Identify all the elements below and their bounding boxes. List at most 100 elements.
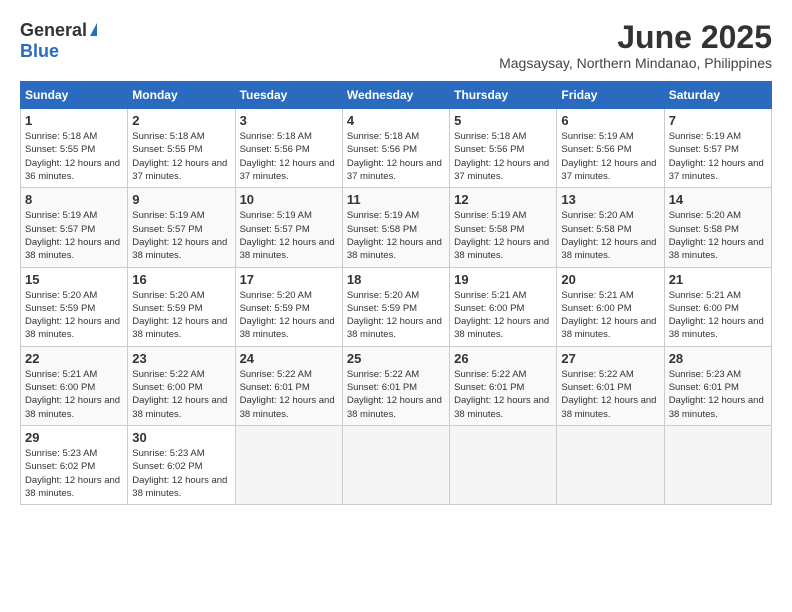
weekday-header-tuesday: Tuesday — [235, 82, 342, 109]
day-number: 27 — [561, 351, 659, 366]
day-number: 19 — [454, 272, 552, 287]
calendar-cell: 11 Sunrise: 5:19 AM Sunset: 5:58 PM Dayl… — [342, 188, 449, 267]
day-number: 25 — [347, 351, 445, 366]
day-info: Sunrise: 5:19 AM Sunset: 5:57 PM Dayligh… — [25, 209, 123, 262]
day-number: 5 — [454, 113, 552, 128]
calendar-cell: 15 Sunrise: 5:20 AM Sunset: 5:59 PM Dayl… — [21, 267, 128, 346]
calendar-cell: 26 Sunrise: 5:22 AM Sunset: 6:01 PM Dayl… — [450, 346, 557, 425]
calendar-cell: 4 Sunrise: 5:18 AM Sunset: 5:56 PM Dayli… — [342, 109, 449, 188]
header: General Blue June 2025 Magsaysay, Northe… — [20, 20, 772, 71]
calendar-cell — [450, 425, 557, 504]
day-number: 15 — [25, 272, 123, 287]
calendar-cell — [235, 425, 342, 504]
weekday-header-monday: Monday — [128, 82, 235, 109]
day-number: 9 — [132, 192, 230, 207]
calendar-cell: 10 Sunrise: 5:19 AM Sunset: 5:57 PM Dayl… — [235, 188, 342, 267]
day-info: Sunrise: 5:19 AM Sunset: 5:57 PM Dayligh… — [132, 209, 230, 262]
day-info: Sunrise: 5:19 AM Sunset: 5:58 PM Dayligh… — [347, 209, 445, 262]
calendar-table: SundayMondayTuesdayWednesdayThursdayFrid… — [20, 81, 772, 505]
calendar-header-row: SundayMondayTuesdayWednesdayThursdayFrid… — [21, 82, 772, 109]
calendar-cell: 2 Sunrise: 5:18 AM Sunset: 5:55 PM Dayli… — [128, 109, 235, 188]
logo-blue-text: Blue — [20, 41, 59, 62]
title-area: June 2025 Magsaysay, Northern Mindanao, … — [499, 20, 772, 71]
calendar-cell: 29 Sunrise: 5:23 AM Sunset: 6:02 PM Dayl… — [21, 425, 128, 504]
day-info: Sunrise: 5:22 AM Sunset: 6:00 PM Dayligh… — [132, 368, 230, 421]
calendar-cell: 27 Sunrise: 5:22 AM Sunset: 6:01 PM Dayl… — [557, 346, 664, 425]
calendar-cell: 1 Sunrise: 5:18 AM Sunset: 5:55 PM Dayli… — [21, 109, 128, 188]
calendar-cell: 23 Sunrise: 5:22 AM Sunset: 6:00 PM Dayl… — [128, 346, 235, 425]
day-info: Sunrise: 5:19 AM Sunset: 5:56 PM Dayligh… — [561, 130, 659, 183]
calendar-cell — [664, 425, 771, 504]
calendar-cell — [342, 425, 449, 504]
calendar-cell: 6 Sunrise: 5:19 AM Sunset: 5:56 PM Dayli… — [557, 109, 664, 188]
day-info: Sunrise: 5:22 AM Sunset: 6:01 PM Dayligh… — [240, 368, 338, 421]
calendar-cell: 3 Sunrise: 5:18 AM Sunset: 5:56 PM Dayli… — [235, 109, 342, 188]
calendar-cell: 13 Sunrise: 5:20 AM Sunset: 5:58 PM Dayl… — [557, 188, 664, 267]
day-info: Sunrise: 5:19 AM Sunset: 5:58 PM Dayligh… — [454, 209, 552, 262]
logo-general-text: General — [20, 20, 87, 41]
calendar-row-3: 15 Sunrise: 5:20 AM Sunset: 5:59 PM Dayl… — [21, 267, 772, 346]
day-number: 2 — [132, 113, 230, 128]
day-number: 22 — [25, 351, 123, 366]
calendar-cell: 12 Sunrise: 5:19 AM Sunset: 5:58 PM Dayl… — [450, 188, 557, 267]
calendar-cell: 21 Sunrise: 5:21 AM Sunset: 6:00 PM Dayl… — [664, 267, 771, 346]
calendar-cell: 20 Sunrise: 5:21 AM Sunset: 6:00 PM Dayl… — [557, 267, 664, 346]
logo-triangle-icon — [90, 23, 97, 36]
day-info: Sunrise: 5:20 AM Sunset: 5:59 PM Dayligh… — [25, 289, 123, 342]
day-number: 3 — [240, 113, 338, 128]
day-info: Sunrise: 5:21 AM Sunset: 6:00 PM Dayligh… — [454, 289, 552, 342]
day-info: Sunrise: 5:21 AM Sunset: 6:00 PM Dayligh… — [25, 368, 123, 421]
calendar-cell: 9 Sunrise: 5:19 AM Sunset: 5:57 PM Dayli… — [128, 188, 235, 267]
day-number: 12 — [454, 192, 552, 207]
day-number: 17 — [240, 272, 338, 287]
day-number: 6 — [561, 113, 659, 128]
day-number: 14 — [669, 192, 767, 207]
day-info: Sunrise: 5:21 AM Sunset: 6:00 PM Dayligh… — [561, 289, 659, 342]
day-number: 11 — [347, 192, 445, 207]
day-info: Sunrise: 5:23 AM Sunset: 6:02 PM Dayligh… — [25, 447, 123, 500]
day-number: 24 — [240, 351, 338, 366]
day-number: 1 — [25, 113, 123, 128]
calendar-cell: 17 Sunrise: 5:20 AM Sunset: 5:59 PM Dayl… — [235, 267, 342, 346]
day-info: Sunrise: 5:18 AM Sunset: 5:56 PM Dayligh… — [454, 130, 552, 183]
calendar-cell: 5 Sunrise: 5:18 AM Sunset: 5:56 PM Dayli… — [450, 109, 557, 188]
calendar-row-2: 8 Sunrise: 5:19 AM Sunset: 5:57 PM Dayli… — [21, 188, 772, 267]
calendar-cell: 7 Sunrise: 5:19 AM Sunset: 5:57 PM Dayli… — [664, 109, 771, 188]
day-info: Sunrise: 5:23 AM Sunset: 6:02 PM Dayligh… — [132, 447, 230, 500]
location-title: Magsaysay, Northern Mindanao, Philippine… — [499, 55, 772, 71]
day-number: 29 — [25, 430, 123, 445]
calendar-cell: 24 Sunrise: 5:22 AM Sunset: 6:01 PM Dayl… — [235, 346, 342, 425]
calendar-cell — [557, 425, 664, 504]
logo: General Blue — [20, 20, 97, 62]
day-number: 23 — [132, 351, 230, 366]
calendar-cell: 14 Sunrise: 5:20 AM Sunset: 5:58 PM Dayl… — [664, 188, 771, 267]
day-info: Sunrise: 5:21 AM Sunset: 6:00 PM Dayligh… — [669, 289, 767, 342]
day-info: Sunrise: 5:22 AM Sunset: 6:01 PM Dayligh… — [347, 368, 445, 421]
calendar-row-5: 29 Sunrise: 5:23 AM Sunset: 6:02 PM Dayl… — [21, 425, 772, 504]
calendar-cell: 8 Sunrise: 5:19 AM Sunset: 5:57 PM Dayli… — [21, 188, 128, 267]
day-info: Sunrise: 5:18 AM Sunset: 5:56 PM Dayligh… — [240, 130, 338, 183]
weekday-header-sunday: Sunday — [21, 82, 128, 109]
calendar-row-1: 1 Sunrise: 5:18 AM Sunset: 5:55 PM Dayli… — [21, 109, 772, 188]
day-info: Sunrise: 5:22 AM Sunset: 6:01 PM Dayligh… — [454, 368, 552, 421]
day-info: Sunrise: 5:20 AM Sunset: 5:58 PM Dayligh… — [669, 209, 767, 262]
day-number: 26 — [454, 351, 552, 366]
day-number: 20 — [561, 272, 659, 287]
month-title: June 2025 — [499, 20, 772, 55]
weekday-header-friday: Friday — [557, 82, 664, 109]
day-number: 16 — [132, 272, 230, 287]
calendar-row-4: 22 Sunrise: 5:21 AM Sunset: 6:00 PM Dayl… — [21, 346, 772, 425]
calendar-cell: 22 Sunrise: 5:21 AM Sunset: 6:00 PM Dayl… — [21, 346, 128, 425]
day-info: Sunrise: 5:22 AM Sunset: 6:01 PM Dayligh… — [561, 368, 659, 421]
day-info: Sunrise: 5:19 AM Sunset: 5:57 PM Dayligh… — [240, 209, 338, 262]
day-number: 13 — [561, 192, 659, 207]
weekday-header-wednesday: Wednesday — [342, 82, 449, 109]
day-info: Sunrise: 5:19 AM Sunset: 5:57 PM Dayligh… — [669, 130, 767, 183]
day-info: Sunrise: 5:18 AM Sunset: 5:55 PM Dayligh… — [25, 130, 123, 183]
calendar-cell: 18 Sunrise: 5:20 AM Sunset: 5:59 PM Dayl… — [342, 267, 449, 346]
calendar-cell: 25 Sunrise: 5:22 AM Sunset: 6:01 PM Dayl… — [342, 346, 449, 425]
day-number: 18 — [347, 272, 445, 287]
calendar-cell: 19 Sunrise: 5:21 AM Sunset: 6:00 PM Dayl… — [450, 267, 557, 346]
day-info: Sunrise: 5:18 AM Sunset: 5:55 PM Dayligh… — [132, 130, 230, 183]
day-number: 30 — [132, 430, 230, 445]
